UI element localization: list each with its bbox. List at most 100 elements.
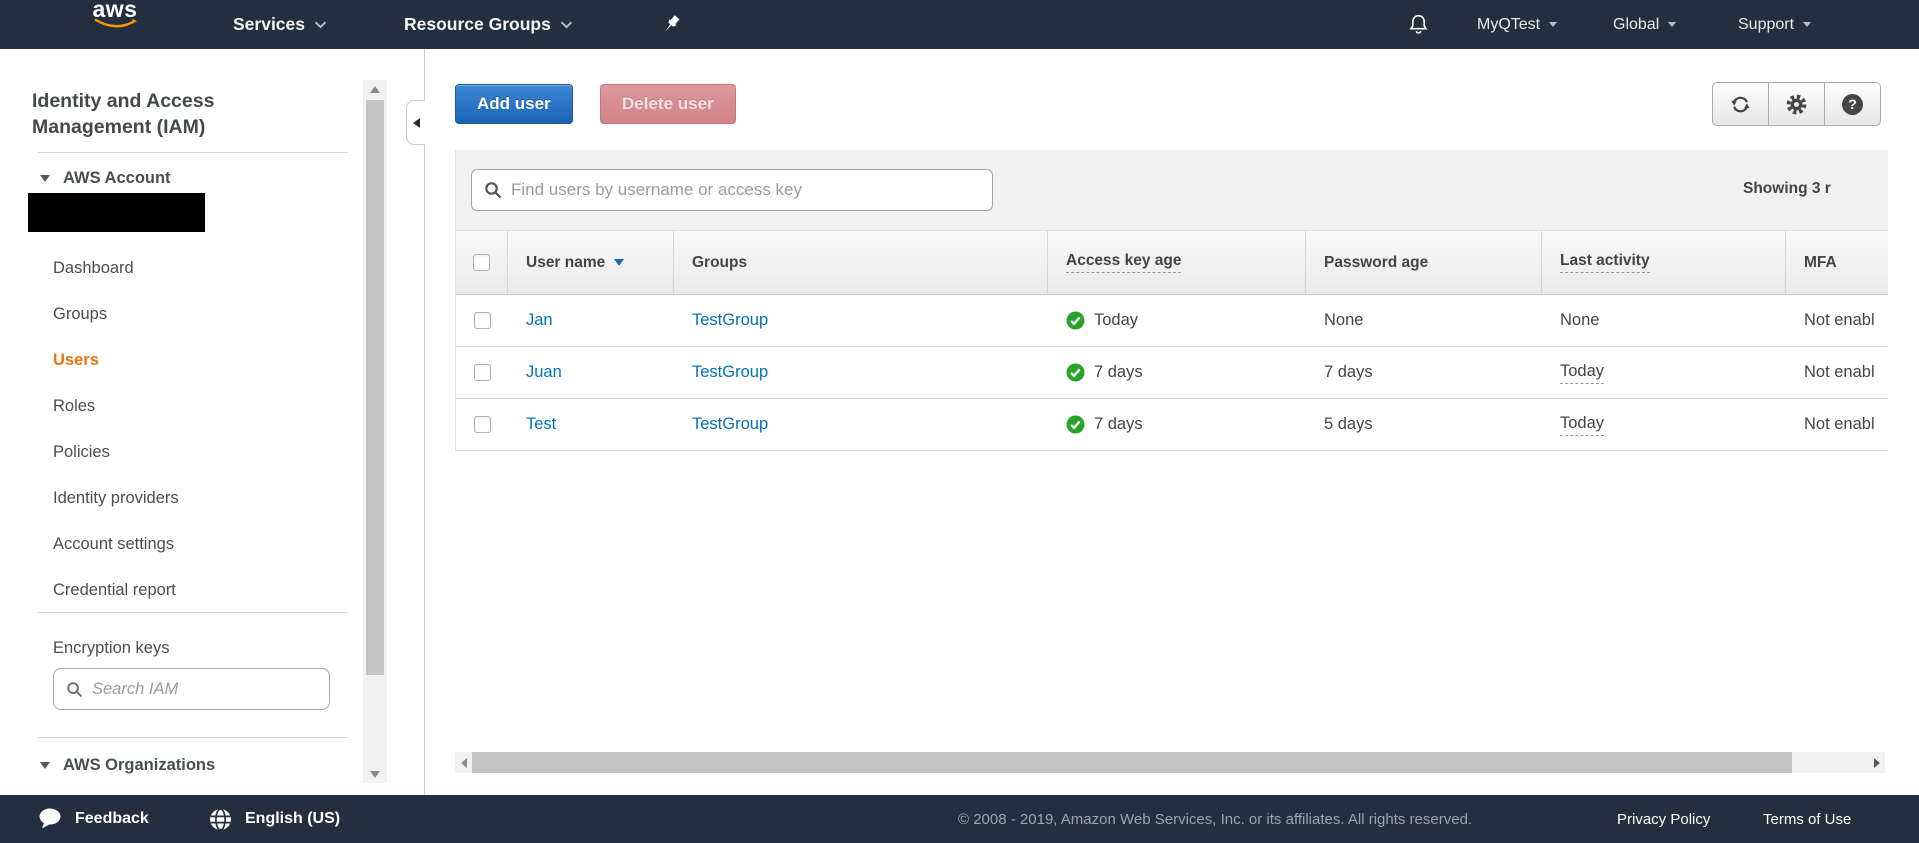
divider (38, 737, 348, 738)
content-divider-line (424, 49, 425, 795)
column-header-groups[interactable]: Groups (674, 231, 1048, 294)
footer-bar: Feedback English (US) © 2008 - 2019, Ama… (0, 795, 1919, 843)
access-key-age-value: 7 days (1094, 415, 1143, 434)
find-users-input[interactable] (511, 180, 992, 200)
aws-smile-icon (92, 18, 138, 29)
check-circle-icon (1066, 311, 1085, 330)
help-button[interactable]: ? (1824, 82, 1881, 126)
bell-icon (1408, 13, 1429, 36)
divider (38, 152, 348, 153)
caret-down-icon (40, 175, 50, 182)
language-selector[interactable]: English (US) (208, 795, 340, 843)
sidebar-scrollbar[interactable] (363, 80, 387, 783)
mfa-value: Not enabl (1804, 363, 1875, 382)
caret-down-icon (1803, 22, 1811, 27)
column-header-password-age[interactable]: Password age (1306, 231, 1542, 294)
sidebar-item-account-settings[interactable]: Account settings (53, 521, 174, 567)
nav-pinned-shortcuts-button[interactable] (663, 0, 679, 49)
aws-logo-text: aws (93, 0, 138, 18)
group-link[interactable]: TestGroup (692, 363, 768, 382)
aws-console-window: aws Services Resource Groups (0, 0, 1919, 843)
refresh-button[interactable] (1712, 82, 1769, 126)
scroll-down-arrow[interactable] (363, 765, 387, 783)
account-menu[interactable]: MyQTest (1477, 0, 1557, 49)
sidebar-item-roles[interactable]: Roles (53, 383, 95, 429)
user-link[interactable]: Juan (526, 363, 562, 382)
caret-down-icon (1549, 22, 1557, 27)
sidebar-item-users[interactable]: Users (53, 337, 99, 383)
mfa-value: Not enabl (1804, 415, 1875, 434)
divider (38, 612, 348, 613)
aws-logo[interactable]: aws (92, 0, 138, 49)
user-link[interactable]: Test (526, 415, 556, 434)
terms-of-use-link[interactable]: Terms of Use (1763, 795, 1851, 843)
sort-desc-icon (614, 259, 624, 266)
users-panel-inner: Showing 3 r User name Groups Access key … (456, 150, 1888, 451)
sidebar-section-aws-organizations[interactable]: AWS Organizations (40, 753, 215, 777)
chevron-down-icon (560, 21, 573, 29)
nav-resource-groups-menu[interactable]: Resource Groups (404, 0, 573, 49)
sidebar-item-encryption-keys[interactable]: Encryption keys (53, 625, 169, 671)
column-header-mfa[interactable]: MFA (1786, 231, 1888, 294)
user-link[interactable]: Jan (526, 311, 553, 330)
check-circle-icon (1066, 415, 1085, 434)
table-header-row: User name Groups Access key age Password… (456, 230, 1888, 295)
group-link[interactable]: TestGroup (692, 311, 768, 330)
page-title: Identity and Access Management (IAM) (32, 88, 312, 140)
find-users-search-box (471, 169, 993, 211)
sidebar-collapse-tab[interactable] (406, 100, 425, 145)
check-circle-icon (1066, 363, 1085, 382)
horizontal-scrollbar[interactable] (455, 752, 1885, 773)
scroll-left-arrow[interactable] (455, 752, 472, 773)
sidebar-item-credential-report[interactable]: Credential report (53, 567, 176, 613)
gear-icon (1785, 93, 1808, 116)
table-toolbar: Showing 3 r (456, 150, 1888, 230)
search-icon (484, 181, 502, 199)
search-iam-input[interactable] (92, 680, 292, 699)
support-menu[interactable]: Support (1738, 0, 1811, 49)
sidebar-section-aws-account[interactable]: AWS Account (40, 166, 171, 190)
copyright-text: © 2008 - 2019, Amazon Web Services, Inc.… (958, 795, 1472, 843)
row-checkbox[interactable] (474, 364, 491, 381)
caret-left-icon (461, 758, 467, 768)
sidebar-scrollbar-thumb[interactable] (366, 100, 384, 675)
last-activity-value: Today (1560, 414, 1604, 436)
row-checkbox[interactable] (474, 416, 491, 433)
add-user-button[interactable]: Add user (455, 84, 573, 124)
region-menu[interactable]: Global (1613, 0, 1676, 49)
privacy-policy-link[interactable]: Privacy Policy (1617, 795, 1710, 843)
sidebar-search-box (53, 668, 330, 710)
nav-services-menu[interactable]: Services (233, 0, 327, 49)
sidebar-item-identity-providers[interactable]: Identity providers (53, 475, 179, 521)
settings-button[interactable] (1768, 82, 1825, 126)
password-age-value: 7 days (1324, 363, 1373, 382)
select-all-cell (456, 231, 508, 294)
scroll-right-arrow[interactable] (1868, 752, 1885, 773)
delete-user-button[interactable]: Delete user (600, 84, 736, 124)
horizontal-scrollbar-thumb[interactable] (472, 752, 1792, 773)
table-row: Juan TestGroup 7 days 7 days Today Not e… (456, 347, 1888, 399)
scroll-up-arrow[interactable] (363, 80, 387, 98)
table-row: Test TestGroup 7 days 5 days Today Not e… (456, 399, 1888, 451)
feedback-button[interactable]: Feedback (38, 795, 149, 843)
caret-down-icon (40, 762, 50, 769)
group-link[interactable]: TestGroup (692, 415, 768, 434)
sidebar-item-dashboard[interactable]: Dashboard (53, 245, 134, 291)
select-all-checkbox[interactable] (473, 254, 490, 271)
column-header-access-key-age[interactable]: Access key age (1048, 231, 1306, 294)
table-actions-group: ? (1712, 82, 1881, 126)
password-age-value: None (1324, 311, 1363, 330)
caret-left-icon (413, 118, 420, 128)
column-header-last-activity[interactable]: Last activity (1542, 231, 1786, 294)
sidebar-item-policies[interactable]: Policies (53, 429, 110, 475)
mfa-value: Not enabl (1804, 311, 1875, 330)
top-navigation-bar: aws Services Resource Groups (0, 0, 1919, 49)
row-checkbox[interactable] (474, 312, 491, 329)
notifications-bell-button[interactable] (1408, 0, 1429, 49)
search-icon (66, 681, 83, 698)
globe-icon (208, 807, 233, 832)
access-key-age-value: 7 days (1094, 363, 1143, 382)
account-id-redacted (28, 193, 205, 232)
column-header-user-name[interactable]: User name (508, 231, 674, 294)
sidebar-item-groups[interactable]: Groups (53, 291, 107, 337)
